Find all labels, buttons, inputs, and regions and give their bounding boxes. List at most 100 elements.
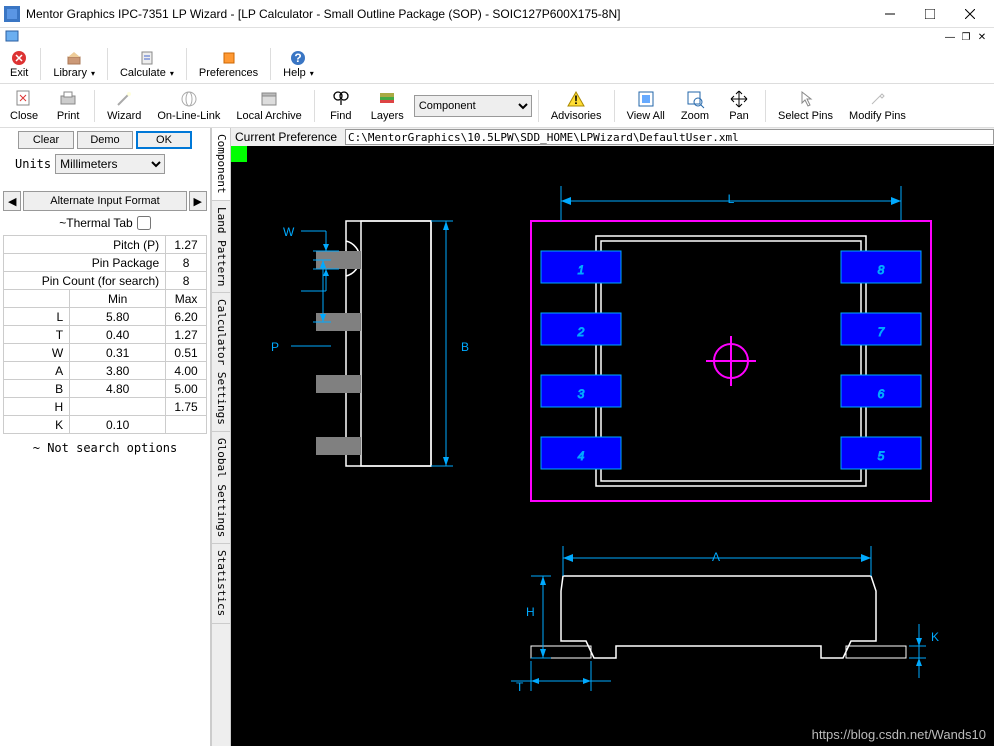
zoom-button[interactable]: Zoom (675, 87, 715, 124)
svg-text:T: T (516, 680, 524, 694)
side-view: A H T K (511, 546, 939, 694)
ok-button[interactable]: OK (136, 131, 192, 149)
preference-path-input[interactable] (345, 129, 994, 145)
calculate-menu[interactable]: Calculate (114, 48, 180, 81)
viewall-button[interactable]: View All (621, 87, 671, 124)
exit-menu[interactable]: Exit (4, 48, 34, 81)
online-link-button[interactable]: On-Line-Link (151, 87, 226, 124)
svg-text:3: 3 (578, 387, 585, 401)
preferences-icon (221, 50, 237, 66)
min-header: Min (70, 290, 166, 308)
table-row: A3.804.00 (4, 362, 207, 380)
find-button[interactable]: Find (321, 87, 361, 124)
L-max[interactable]: 6.20 (166, 308, 207, 326)
demo-button[interactable]: Demo (77, 131, 133, 149)
print-button[interactable]: Print (48, 87, 88, 124)
table-row: T0.401.27 (4, 326, 207, 344)
layers-button[interactable]: Layers (365, 87, 410, 124)
table-row: W0.310.51 (4, 344, 207, 362)
K-min[interactable]: 0.10 (70, 416, 166, 434)
component-select[interactable]: Component (414, 95, 532, 117)
footprint-view: 1 2 3 4 5 6 7 8 (531, 186, 931, 501)
W-min[interactable]: 0.31 (70, 344, 166, 362)
pincount-value[interactable]: 8 (166, 272, 207, 290)
table-header-row: MinMax (4, 290, 207, 308)
window-title: Mentor Graphics IPC-7351 LP Wizard - [LP… (26, 7, 870, 21)
close-button[interactable] (950, 0, 990, 28)
close-doc-icon (14, 89, 34, 109)
L-min[interactable]: 5.80 (70, 308, 166, 326)
tab-component[interactable]: Component (212, 128, 230, 201)
close-doc-button[interactable]: Close (4, 87, 44, 124)
library-icon (66, 50, 82, 66)
W-max[interactable]: 0.51 (166, 344, 207, 362)
find-icon (331, 89, 351, 109)
svg-text:5: 5 (878, 449, 885, 463)
top-view: W P B (271, 221, 469, 466)
mdi-restore-icon[interactable]: ❐ (960, 31, 972, 43)
advisories-button[interactable]: ! Advisories (545, 87, 608, 124)
pitch-value[interactable]: 1.27 (166, 236, 207, 254)
alt-prev-button[interactable]: ◀ (3, 191, 21, 211)
vertical-tabstrip: Component Land Pattern Calculator Settin… (211, 128, 231, 746)
A-max[interactable]: 4.00 (166, 362, 207, 380)
T-min[interactable]: 0.40 (70, 326, 166, 344)
thermal-tab-checkbox[interactable] (137, 216, 151, 230)
book-icon[interactable] (4, 29, 20, 45)
table-row: Pin Package8 (4, 254, 207, 272)
tab-land-pattern[interactable]: Land Pattern (212, 201, 230, 293)
svg-text:B: B (461, 340, 469, 354)
minimize-button[interactable] (870, 0, 910, 28)
T-max[interactable]: 1.27 (166, 326, 207, 344)
help-icon: ? (290, 50, 306, 66)
svg-text:!: ! (574, 93, 578, 107)
alt-format-button[interactable]: Alternate Input Format (23, 191, 186, 211)
mdi-minimize-icon[interactable]: — (944, 31, 956, 43)
not-search-note: ~ Not search options (3, 437, 207, 455)
K-max[interactable] (166, 416, 207, 434)
app-icon (4, 6, 20, 22)
library-menu[interactable]: Library (47, 48, 101, 81)
pan-button[interactable]: Pan (719, 87, 759, 124)
tab-calculator-settings[interactable]: Calculator Settings (212, 293, 230, 432)
drawing-canvas[interactable]: W P B (231, 146, 994, 746)
pincount-label: Pin Count (for search) (4, 272, 166, 290)
exit-icon (11, 50, 27, 66)
table-row: L5.806.20 (4, 308, 207, 326)
layers-icon (377, 89, 397, 109)
pinpkg-label: Pin Package (4, 254, 166, 272)
wizard-button[interactable]: Wizard (101, 87, 147, 124)
maximize-button[interactable] (910, 0, 950, 28)
table-row: B4.805.00 (4, 380, 207, 398)
B-max[interactable]: 5.00 (166, 380, 207, 398)
current-preference-label: Current Preference (231, 130, 341, 144)
wizard-icon (114, 89, 134, 109)
advisories-icon: ! (566, 89, 586, 109)
modifypins-icon (867, 89, 887, 109)
svg-text:A: A (712, 550, 720, 564)
A-min[interactable]: 3.80 (70, 362, 166, 380)
H-min[interactable] (70, 398, 166, 416)
left-panel: Clear Demo OK Units Millimeters ◀ Altern… (0, 128, 211, 746)
tab-global-settings[interactable]: Global Settings (212, 432, 230, 544)
units-select[interactable]: Millimeters (55, 154, 165, 174)
modifypins-button[interactable]: Modify Pins (843, 87, 912, 124)
B-min[interactable]: 4.80 (70, 380, 166, 398)
tab-statistics[interactable]: Statistics (212, 544, 230, 623)
preferences-menu[interactable]: Preferences (193, 48, 264, 81)
pinpkg-value[interactable]: 8 (166, 254, 207, 272)
local-archive-button[interactable]: Local Archive (230, 87, 307, 124)
max-header: Max (166, 290, 207, 308)
help-menu[interactable]: ? Help (277, 48, 320, 81)
alt-next-button[interactable]: ▶ (189, 191, 207, 211)
svg-text:K: K (931, 630, 939, 644)
mdi-close-icon[interactable]: ✕ (976, 31, 988, 43)
selectpins-button[interactable]: Select Pins (772, 87, 839, 124)
print-icon (58, 89, 78, 109)
table-row: H1.75 (4, 398, 207, 416)
table-row: Pin Count (for search)8 (4, 272, 207, 290)
table-row: K0.10 (4, 416, 207, 434)
svg-text:W: W (283, 225, 295, 239)
clear-button[interactable]: Clear (18, 131, 74, 149)
H-max[interactable]: 1.75 (166, 398, 207, 416)
